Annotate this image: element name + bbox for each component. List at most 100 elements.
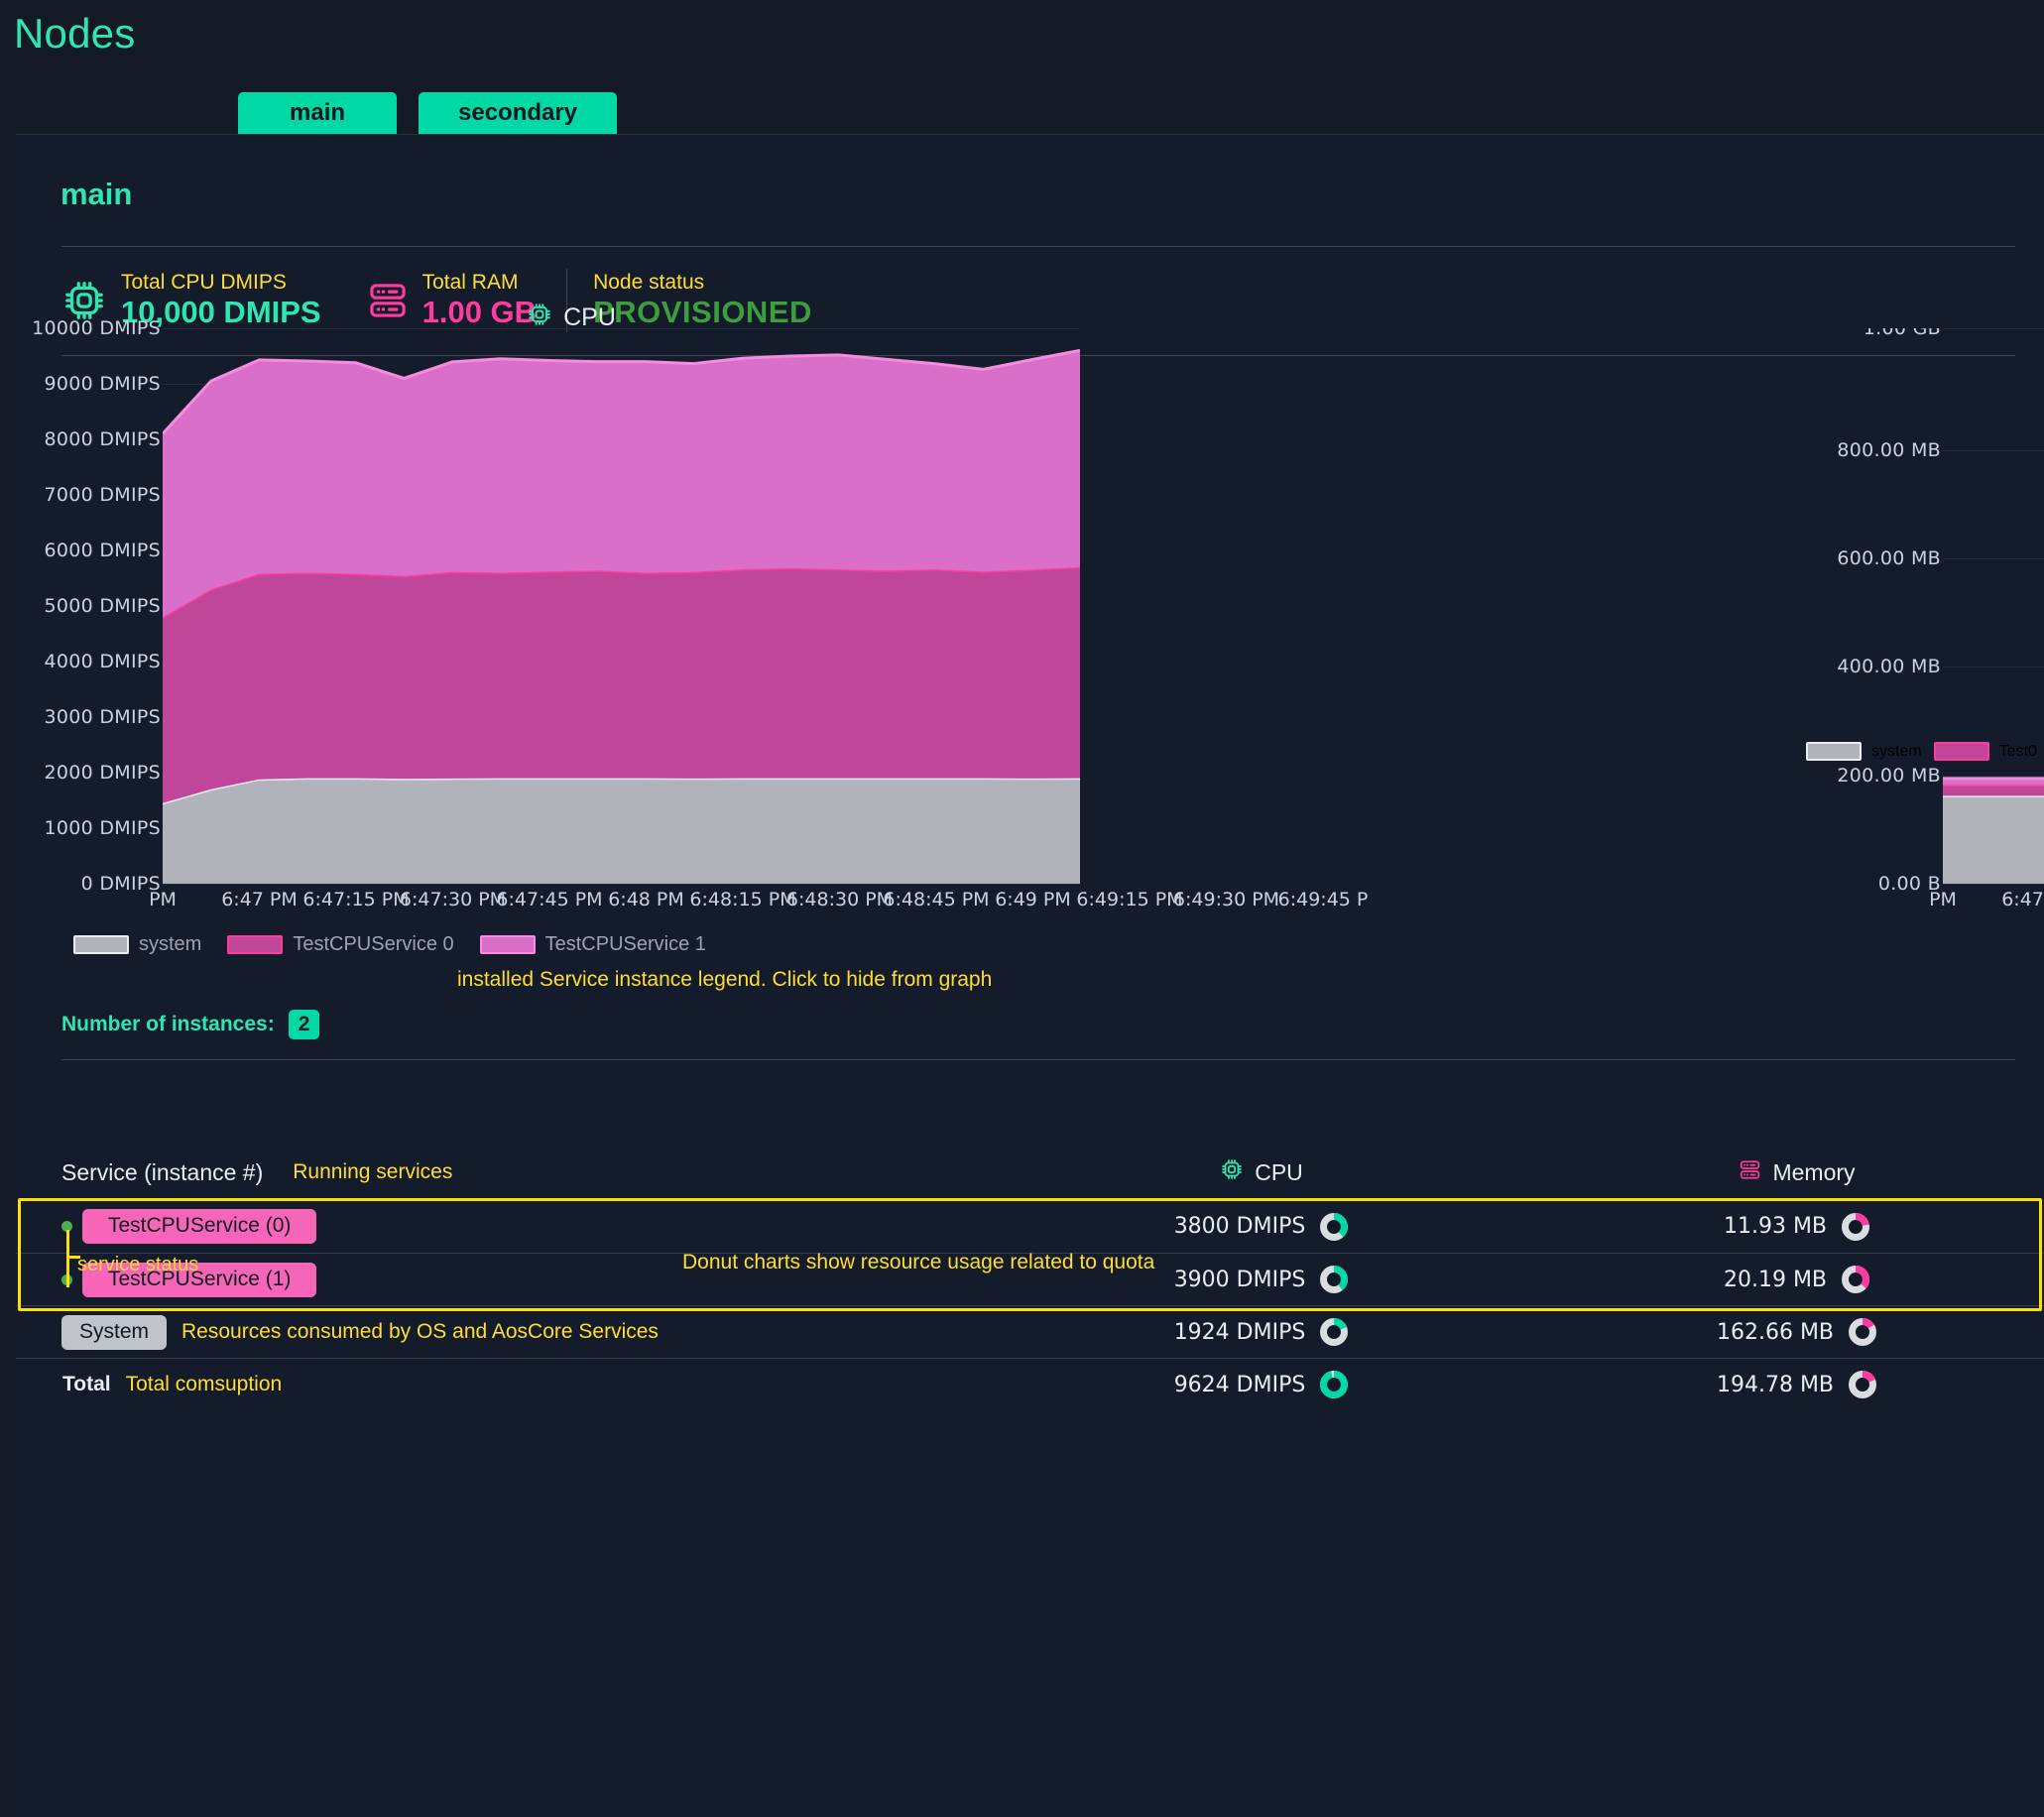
legend-item-testcpuservice-0[interactable]: Test0 bbox=[1933, 742, 2037, 761]
legend-label: TestCPUService 1 bbox=[544, 933, 706, 955]
page-title: Nodes bbox=[14, 10, 136, 57]
stat-label: Total RAM bbox=[421, 271, 519, 295]
table-row[interactable]: System Resources consumed by OS and AosCo… bbox=[16, 1305, 2044, 1358]
y-tick-label: 1000 DMIPS bbox=[44, 817, 161, 839]
cpu-value: 3900 DMIPS bbox=[1173, 1267, 1306, 1292]
x-tick-label: PM bbox=[1929, 889, 1957, 910]
x-tick-label: 6:48 PM bbox=[608, 889, 684, 910]
cpu-plot-area bbox=[163, 328, 1080, 885]
column-header-service: Service (instance #) Running services bbox=[61, 1159, 984, 1186]
memory-plot-area bbox=[1943, 328, 2044, 885]
node-tabs: main secondary bbox=[238, 92, 618, 136]
total-label: Total bbox=[62, 1373, 111, 1395]
legend-label: TestCPUService 0 bbox=[293, 933, 454, 955]
cpu-chip-icon bbox=[1220, 1157, 1244, 1187]
cpu-value: 3800 DMIPS bbox=[1173, 1214, 1306, 1239]
service-name-pill[interactable]: TestCPUService (0) bbox=[82, 1209, 317, 1244]
y-tick-label: 10000 DMIPS bbox=[32, 317, 161, 339]
y-tick-label: 800.00 MB bbox=[1837, 438, 1941, 461]
x-tick-label: 6:48:30 PM bbox=[785, 889, 894, 910]
x-tick-label: 6:47:15 PM bbox=[302, 889, 410, 910]
running-services-annotation: Running services bbox=[293, 1160, 453, 1183]
node-name: main bbox=[60, 177, 133, 211]
gridline bbox=[1943, 666, 2044, 668]
legend-swatch bbox=[73, 935, 129, 954]
donut-chart bbox=[1320, 1318, 1349, 1346]
legend-item-system[interactable]: system bbox=[1806, 742, 1922, 761]
cell-memory: 20.19 MB bbox=[1539, 1265, 2015, 1294]
cell-cpu: 9624 DMIPS bbox=[984, 1370, 1539, 1399]
row-annotation: Resources consumed by OS and AosCore Ser… bbox=[181, 1320, 659, 1343]
x-tick-label: 6:49:45 P bbox=[1277, 889, 1369, 910]
legend-item-testcpuservice-0[interactable]: TestCPUService 0 bbox=[227, 933, 454, 956]
x-tick-label: 6:49:30 PM bbox=[1172, 889, 1280, 910]
y-tick-label: 6000 DMIPS bbox=[44, 540, 161, 561]
nodes-page: Nodes main secondary main Total CPU DMIP… bbox=[0, 0, 2044, 1817]
donut-chart bbox=[1320, 1371, 1349, 1398]
x-tick-label: 6:47 PM bbox=[2001, 889, 2044, 910]
ram-server-icon bbox=[1739, 1158, 1761, 1187]
donut-chart bbox=[1842, 1212, 1870, 1241]
donut-chart bbox=[1320, 1212, 1349, 1241]
gridline bbox=[1943, 775, 2044, 777]
legend-swatch bbox=[227, 935, 284, 954]
legend-item-system[interactable]: system bbox=[73, 933, 201, 956]
legend-item-testcpuservice-1[interactable]: TestCPUService 1 bbox=[479, 933, 706, 956]
legend-label: system bbox=[1871, 742, 1922, 760]
tab-main[interactable]: main bbox=[238, 92, 398, 136]
system-pill[interactable]: System bbox=[61, 1314, 168, 1350]
column-label: Service (instance #) bbox=[61, 1158, 264, 1185]
y-tick-label: 200.00 MB bbox=[1837, 764, 1941, 787]
x-tick-label: 6:48:15 PM bbox=[689, 889, 796, 910]
donut-chart bbox=[1849, 1371, 1877, 1398]
stat-label: Node status bbox=[593, 271, 705, 295]
divider bbox=[61, 1059, 2015, 1060]
cell-memory: 11.93 MB bbox=[1539, 1212, 2015, 1242]
table-body: TestCPUService (0) 3800 DMIPS 11.93 MB Test… bbox=[16, 1200, 2044, 1410]
instances-label: Number of instances: bbox=[61, 1013, 275, 1035]
cell-memory: 194.78 MB bbox=[1539, 1370, 2015, 1399]
column-label: CPU bbox=[1255, 1158, 1303, 1185]
y-tick-label: 600.00 MB bbox=[1837, 546, 1941, 569]
cell-service: TestCPUService (0) bbox=[61, 1209, 984, 1244]
legend-swatch bbox=[479, 935, 536, 954]
y-tick-label: 2000 DMIPS bbox=[44, 762, 161, 784]
column-header-memory: Memory bbox=[1539, 1158, 2015, 1187]
legend-label: Test0 bbox=[1998, 742, 2037, 760]
donut-chart bbox=[1849, 1318, 1877, 1346]
cell-service: Total Total comsuption bbox=[61, 1373, 984, 1396]
cell-memory: 162.66 MB bbox=[1539, 1317, 2015, 1347]
y-tick-label: 5000 DMIPS bbox=[44, 595, 161, 617]
x-tick-label: PM bbox=[149, 889, 177, 910]
cpu-value: 9624 DMIPS bbox=[1173, 1372, 1306, 1397]
memory-value: 11.93 MB bbox=[1723, 1214, 1828, 1239]
legend-label: system bbox=[139, 933, 202, 955]
table-header: Service (instance #) Running services CP… bbox=[16, 1145, 2044, 1200]
memory-x-axis: PM 6:47 PM bbox=[1796, 889, 2044, 918]
memory-value: 162.66 MB bbox=[1716, 1319, 1835, 1345]
divider bbox=[61, 246, 2015, 247]
memory-value: 194.78 MB bbox=[1716, 1372, 1835, 1397]
stat-label: Total CPU DMIPS bbox=[121, 271, 287, 295]
table-row[interactable]: Total Total comsuption 9624 DMIPS 194.78 MB bbox=[16, 1358, 2044, 1410]
gridline bbox=[1943, 884, 2044, 885]
donut-chart bbox=[1842, 1266, 1870, 1293]
y-tick-label: 3000 DMIPS bbox=[44, 706, 161, 728]
gridline bbox=[1943, 449, 2044, 451]
donut-chart bbox=[1320, 1266, 1349, 1293]
instances-count: Number of instances: 2 bbox=[61, 1010, 320, 1039]
y-tick-label: 7000 DMIPS bbox=[44, 484, 161, 506]
x-tick-label: 6:48:45 PM bbox=[883, 889, 990, 910]
x-tick-label: 6:47:30 PM bbox=[399, 889, 507, 910]
gridline bbox=[1943, 328, 2044, 329]
column-header-cpu: CPU bbox=[984, 1157, 1539, 1187]
y-tick-label: 400.00 MB bbox=[1837, 656, 1941, 678]
y-tick-label: 4000 DMIPS bbox=[44, 651, 161, 672]
tab-secondary[interactable]: secondary bbox=[419, 92, 618, 136]
legend-swatch bbox=[1806, 742, 1862, 761]
x-tick-label: 6:49:15 PM bbox=[1076, 889, 1183, 910]
cpu-chart: 0 DMIPS 1000 DMIPS 2000 DMIPS 3000 DMIPS 400… bbox=[16, 317, 2044, 991]
node-panel: main Total CPU DMIPS 10,000 DMIPS Total … bbox=[16, 134, 2044, 1817]
row-annotation: Total comsuption bbox=[125, 1373, 283, 1395]
table-row[interactable]: TestCPUService (0) 3800 DMIPS 11.93 MB bbox=[16, 1200, 2044, 1253]
